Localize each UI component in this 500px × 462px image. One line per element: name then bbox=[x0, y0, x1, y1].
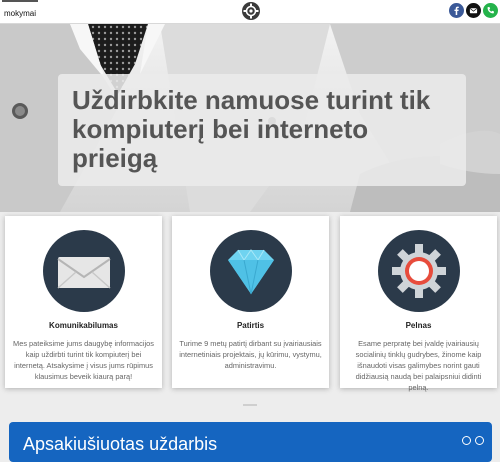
envelope-icon bbox=[43, 230, 125, 312]
top-bar: mokymai bbox=[0, 0, 500, 24]
facebook-icon[interactable] bbox=[449, 3, 464, 18]
card-title: Komunikabilumas bbox=[49, 321, 118, 330]
card-text: Esame perpratę bei įvaldę įvairiausių so… bbox=[355, 339, 482, 392]
card-title: Patirtis bbox=[236, 321, 265, 330]
hero-banner: Uždirbkite namuose turint tik kompiuterį… bbox=[0, 24, 500, 212]
section-divider bbox=[243, 404, 257, 406]
circle-control-icon[interactable] bbox=[475, 436, 484, 445]
card-text: Mes pateiksime jums daugybę informacijos… bbox=[13, 339, 154, 381]
feature-card-pelnas: Pelnas Esame perpratę bei įvaldę įvairia… bbox=[340, 216, 497, 392]
diamond-icon bbox=[210, 230, 292, 312]
hero-title: Uždirbkite namuose turint tik kompiuterį… bbox=[72, 85, 431, 173]
panel-title: Apsakiušiuotas uždarbis bbox=[23, 434, 218, 454]
panel-controls bbox=[462, 436, 484, 445]
bottom-panel: Apsakiušiuotas uždarbis bbox=[9, 422, 492, 462]
nav-tab-mokymai[interactable]: mokymai bbox=[2, 0, 39, 24]
phone-icon[interactable] bbox=[483, 3, 498, 18]
circle-control-icon[interactable] bbox=[462, 436, 471, 445]
gear-logo-icon[interactable] bbox=[241, 1, 261, 21]
feature-card-patirtis: Patirtis Turime 9 metų patirtį dirbant s… bbox=[172, 216, 329, 388]
card-text: Turime 9 metų patirtį dirbant su įvairia… bbox=[179, 339, 322, 370]
feature-card-komunikabilumas: Komunikabilumas Mes pateiksime jums daug… bbox=[5, 216, 162, 388]
gear-icon bbox=[378, 230, 460, 312]
email-icon[interactable] bbox=[466, 3, 481, 18]
hero-text-box: Uždirbkite namuose turint tik kompiuterį… bbox=[58, 74, 466, 186]
card-title: Pelnas bbox=[405, 321, 432, 330]
